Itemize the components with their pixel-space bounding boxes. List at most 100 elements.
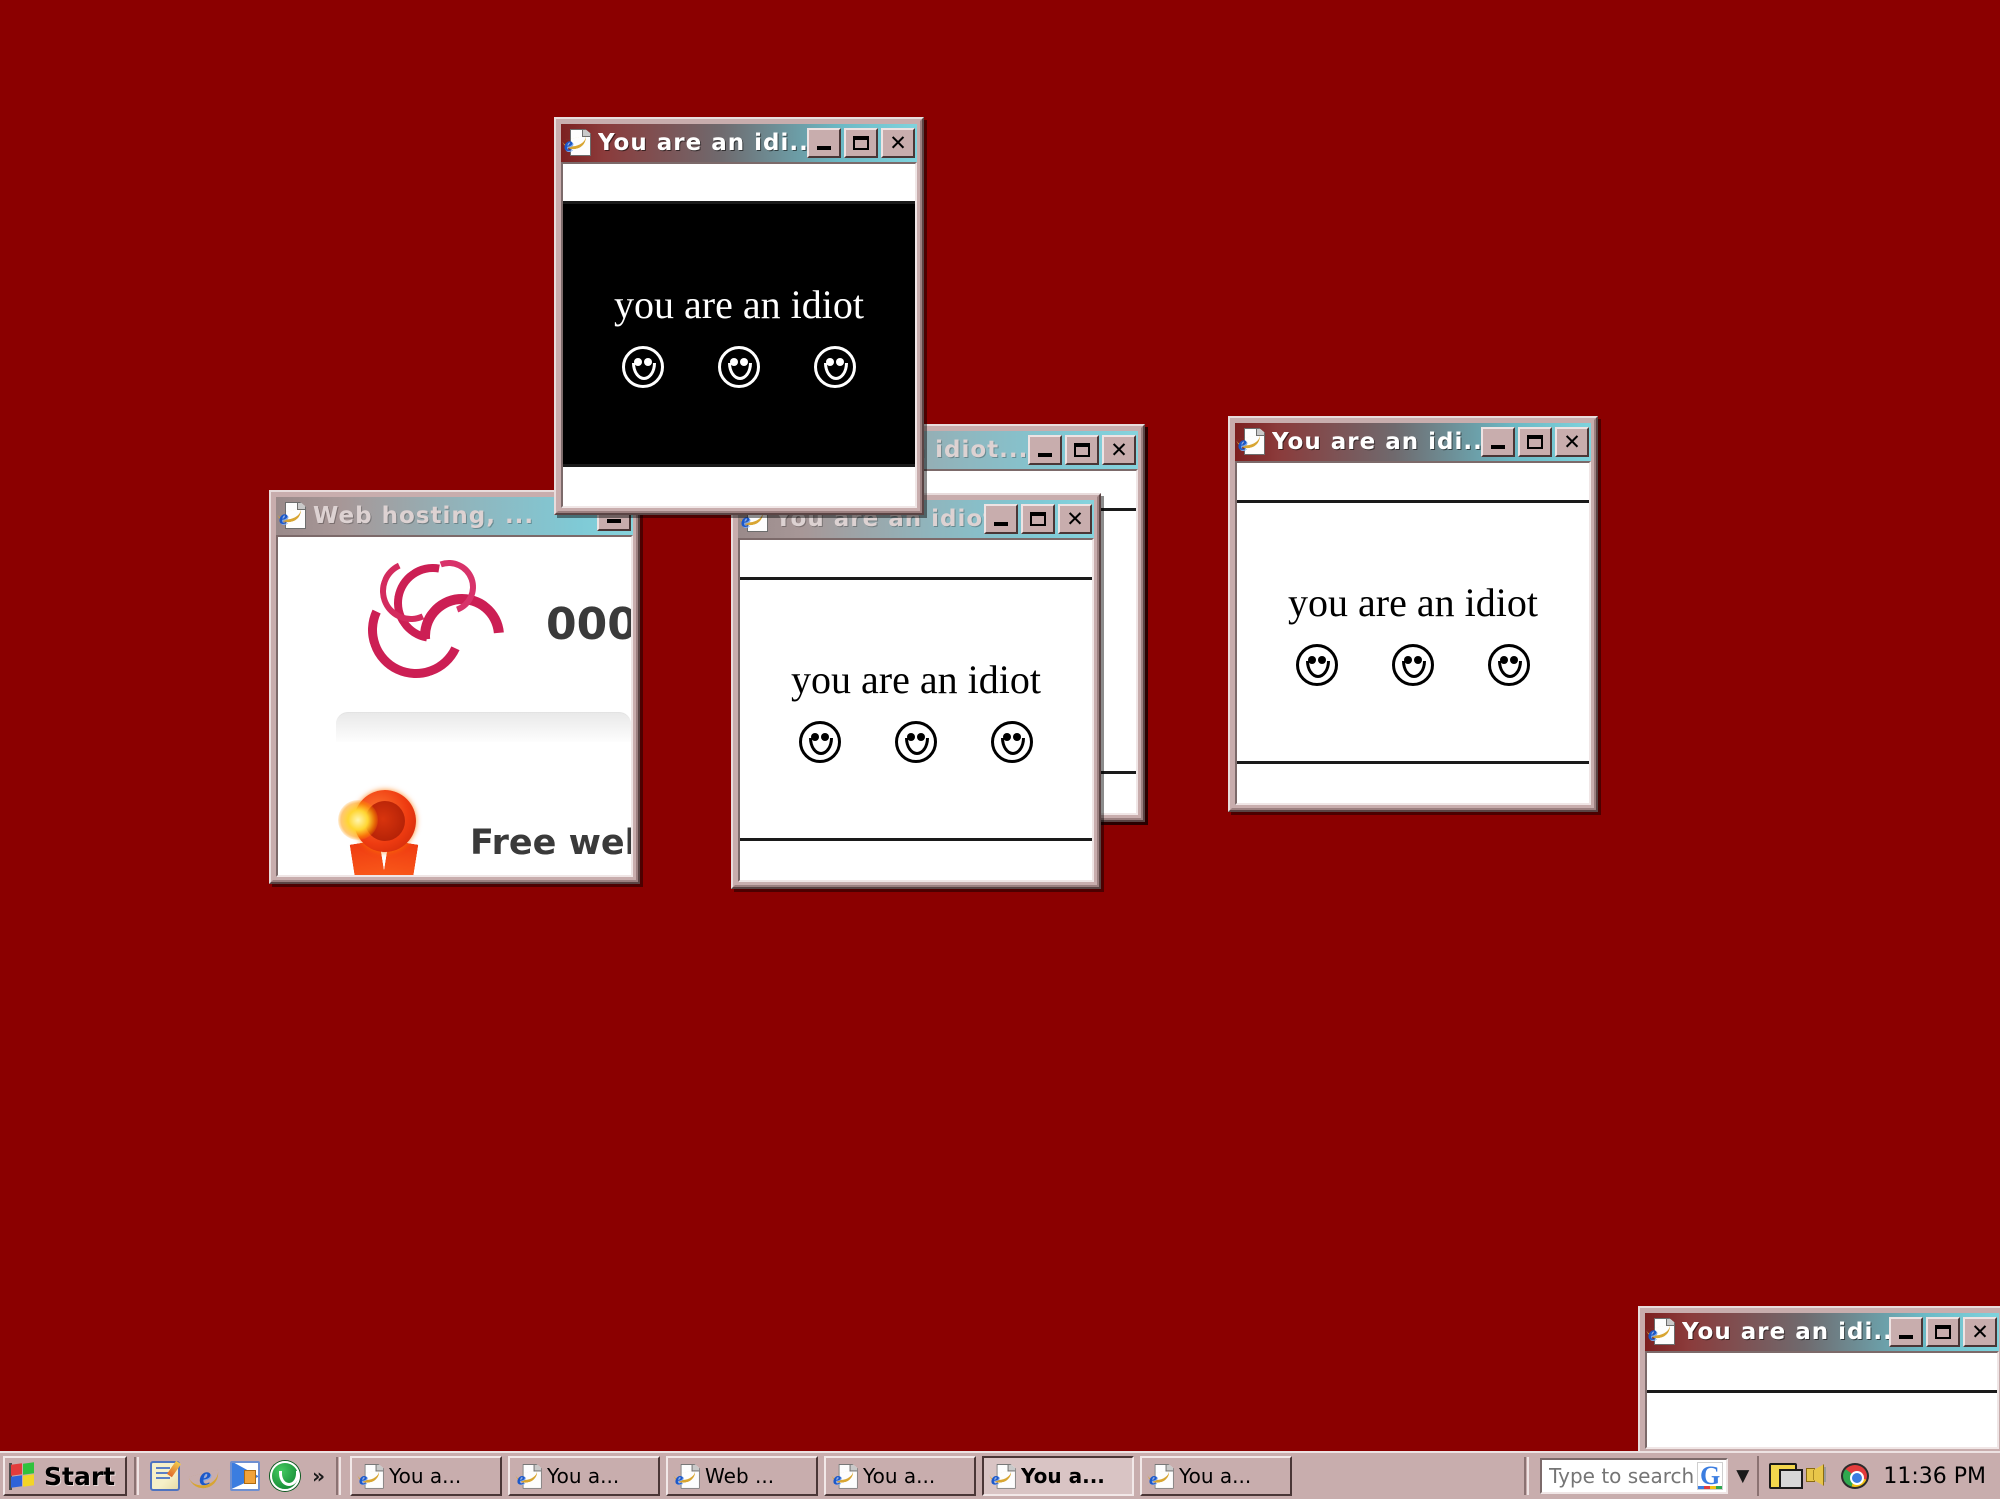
smiley-face-icon — [1296, 643, 1338, 686]
minimize-button[interactable] — [807, 128, 841, 158]
window-frame: e You are an idi... ✕ — [1640, 1308, 2000, 1454]
smiley-face-icon — [1392, 643, 1434, 686]
task-button-label: You a... — [389, 1464, 462, 1488]
media-player-icon[interactable] — [270, 1461, 301, 1491]
task-button[interactable]: e Web ... — [666, 1456, 819, 1496]
close-button[interactable]: ✕ — [1102, 435, 1136, 465]
task-button[interactable]: e You a... — [350, 1456, 503, 1496]
smiley-row — [622, 345, 856, 388]
maximize-button[interactable] — [1065, 435, 1099, 465]
window-idiot-right[interactable]: e You are an idi... ✕ you are an idiot — [1228, 416, 1598, 812]
start-button[interactable]: Start — [3, 1456, 128, 1496]
award-ribbon-icon — [336, 784, 434, 875]
search-bar[interactable]: G — [1540, 1458, 1729, 1494]
idiot-message: you are an idiot — [1288, 579, 1538, 625]
google-g-icon[interactable]: G — [1697, 1462, 1724, 1490]
chevron-down-icon[interactable]: ▼ — [1736, 1466, 1749, 1486]
maximize-button[interactable] — [1021, 504, 1055, 534]
taskbar: Start e » e You a... e You a... e Web ..… — [0, 1451, 2000, 1499]
titlebar[interactable]: e You are an idi... ✕ — [1645, 1313, 1999, 1351]
window-controls: ✕ — [984, 504, 1092, 534]
client-area: you are an idiot — [738, 538, 1094, 882]
window-idiot-black[interactable]: e You are an idi... ✕ you are an idiot — [554, 117, 924, 515]
page-bottom-strip — [563, 464, 915, 506]
internet-explorer-icon: e — [357, 1463, 384, 1489]
smiley-face-icon — [1488, 643, 1530, 686]
window-frame: e Web hosting, ... 000webhost — [271, 492, 638, 882]
webhost-promo: Free web hosting — [278, 742, 631, 875]
window-controls: ✕ — [1889, 1317, 1997, 1347]
smiley-face-icon — [991, 720, 1033, 763]
webhost-header: 000webhost — [278, 537, 631, 712]
page-top-strip — [1647, 1353, 1997, 1393]
task-button-list: e You a... e You a... e Web ... e You a.… — [346, 1456, 1519, 1496]
close-button[interactable]: ✕ — [1963, 1317, 1997, 1347]
webhost-page: 000webhost Free web hosting — [278, 537, 631, 875]
internet-explorer-icon: e — [673, 1463, 700, 1489]
maximize-button[interactable] — [1926, 1317, 1960, 1347]
window-idiot-white-2[interactable]: e You are an idiot... ✕ you are an idiot — [731, 493, 1101, 889]
minimize-button[interactable] — [1889, 1317, 1923, 1347]
idiot-message: you are an idiot — [791, 656, 1041, 702]
network-connection-icon[interactable] — [1769, 1463, 1804, 1489]
task-button[interactable]: e You a... — [824, 1456, 977, 1496]
task-button-label: You a... — [1179, 1464, 1252, 1488]
task-button-label: You a... — [547, 1464, 620, 1488]
task-button-active[interactable]: e You a... — [982, 1456, 1135, 1496]
window-title: You are an idi... — [1682, 1319, 1889, 1345]
window-title: You are an idi... — [1272, 429, 1481, 455]
page-content: you are an idiot — [1237, 503, 1589, 761]
page-content: you are an idiot — [740, 580, 1092, 838]
client-area: you are an idiot — [1235, 461, 1591, 805]
page-bottom-strip — [1237, 761, 1589, 803]
task-button-label: You a... — [1021, 1464, 1105, 1488]
internet-explorer-icon[interactable]: e — [190, 1461, 220, 1491]
smiley-face-icon — [799, 720, 841, 763]
smiley-face-icon — [718, 345, 760, 388]
windows-flag-icon — [9, 1462, 37, 1490]
quick-launch-overflow-icon[interactable]: » — [312, 1464, 325, 1488]
notepad-icon[interactable] — [150, 1461, 181, 1491]
page-top-strip — [1237, 463, 1589, 503]
titlebar[interactable]: e You are an idi... ✕ — [561, 124, 917, 162]
window-controls: ✕ — [807, 128, 915, 158]
internet-explorer-icon: e — [1236, 427, 1266, 457]
internet-explorer-icon: e — [831, 1463, 858, 1489]
maximize-button[interactable] — [844, 128, 878, 158]
internet-explorer-icon: e — [989, 1463, 1016, 1489]
page-content: you are an idiot — [563, 204, 915, 464]
page-top-strip — [740, 540, 1092, 580]
window-webhost[interactable]: e Web hosting, ... 000webhost — [269, 490, 640, 884]
internet-explorer-icon: e — [515, 1463, 542, 1489]
minimize-button[interactable] — [984, 504, 1018, 534]
system-tray — [1757, 1456, 1879, 1496]
taskbar-divider — [134, 1457, 140, 1495]
window-idiot-corner[interactable]: e You are an idi... ✕ — [1638, 1306, 2000, 1456]
window-frame: e You are an idi... ✕ you are an idiot — [556, 119, 922, 513]
smiley-row — [799, 720, 1033, 763]
internet-explorer-icon: e — [1147, 1463, 1174, 1489]
client-area — [1645, 1351, 1999, 1449]
internet-explorer-icon: e — [562, 128, 592, 158]
page-bottom-strip — [740, 838, 1092, 880]
start-label: Start — [44, 1461, 116, 1491]
close-button[interactable]: ✕ — [1555, 427, 1589, 457]
chrome-icon[interactable] — [1841, 1463, 1870, 1489]
close-button[interactable]: ✕ — [881, 128, 915, 158]
taskbar-clock[interactable]: 11:36 PM — [1879, 1464, 1998, 1489]
task-button[interactable]: e You a... — [1140, 1456, 1293, 1496]
smiley-row — [1296, 643, 1530, 686]
minimize-button[interactable] — [1028, 435, 1062, 465]
close-button[interactable]: ✕ — [1058, 504, 1092, 534]
client-area: 000webhost Free web hosting — [276, 535, 633, 877]
taskbar-divider — [1524, 1457, 1530, 1495]
pinwheel-logo-icon — [354, 548, 522, 695]
search-input[interactable] — [1549, 1464, 1698, 1488]
page-content — [1647, 1393, 1997, 1447]
task-button[interactable]: e You a... — [508, 1456, 661, 1496]
titlebar[interactable]: e You are an idi... ✕ — [1235, 423, 1591, 461]
maximize-button[interactable] — [1518, 427, 1552, 457]
volume-muted-icon[interactable] — [1805, 1463, 1833, 1489]
outlook-express-icon[interactable] — [230, 1461, 261, 1491]
minimize-button[interactable] — [1481, 427, 1515, 457]
